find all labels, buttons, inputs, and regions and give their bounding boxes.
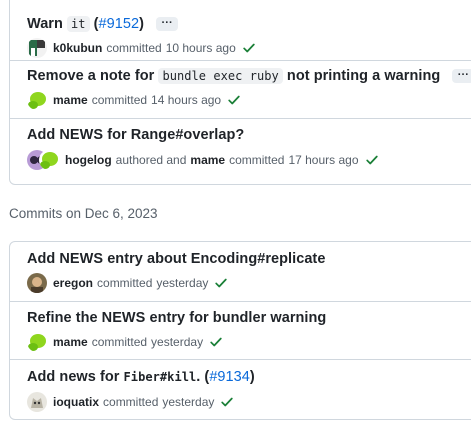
commit-title-text: ( xyxy=(89,16,99,32)
ellipsis-icon[interactable]: ··· xyxy=(156,17,179,32)
commit-row: Warn it (#9152) ··· k0kubun committed 10… xyxy=(10,0,471,60)
inline-code: it xyxy=(67,16,90,32)
commit-meta: mame committed 14 hours ago xyxy=(27,90,241,110)
commit-title[interactable]: Add NEWS entry about Encoding#replicate xyxy=(27,251,325,267)
commit-title-text[interactable]: Add news for xyxy=(27,369,124,385)
commit-group-2: Add NEWS entry about Encoding#replicate … xyxy=(9,241,471,420)
avatar[interactable] xyxy=(27,90,47,110)
commit-title-text[interactable]: Warn xyxy=(27,16,67,32)
avatar[interactable] xyxy=(27,38,47,58)
inline-code: bundle exec ruby xyxy=(158,68,283,84)
commit-verb: committed xyxy=(103,395,159,409)
author-link[interactable]: k0kubun xyxy=(53,41,102,55)
avatar[interactable] xyxy=(27,392,47,412)
avatar[interactable] xyxy=(27,332,47,352)
commit-title-text[interactable]: Refine the NEWS entry for bundler warnin… xyxy=(27,310,326,326)
commit-title-text: ) xyxy=(139,16,144,32)
commit-time[interactable]: yesterday xyxy=(156,276,208,290)
commit-group-1: Warn it (#9152) ··· k0kubun committed 10… xyxy=(9,0,471,185)
commit-verb: committed xyxy=(91,335,148,349)
author-link[interactable]: mame xyxy=(53,335,88,349)
check-icon[interactable] xyxy=(220,395,234,409)
author-link[interactable]: hogelog xyxy=(65,153,112,167)
commit-title-text: . ( xyxy=(196,369,210,385)
commit-title-text[interactable]: not printing a warning xyxy=(283,68,440,84)
pull-request-link[interactable]: #9134 xyxy=(209,369,250,385)
commit-meta: eregon committed yesterday xyxy=(27,273,228,293)
commit-title-text[interactable]: Add NEWS entry about Encoding#replicate xyxy=(27,251,325,267)
commit-title[interactable]: Refine the NEWS entry for bundler warnin… xyxy=(27,310,326,326)
commit-time[interactable]: 17 hours ago xyxy=(288,153,358,167)
pull-request-link[interactable]: #9152 xyxy=(99,16,140,32)
check-icon[interactable] xyxy=(227,93,241,107)
commit-meta: hogelog authored and mame committed 17 h… xyxy=(27,150,379,170)
commit-title-text[interactable]: Add NEWS for Range#overlap? xyxy=(27,127,244,143)
check-icon[interactable] xyxy=(365,153,379,167)
commit-title-text: ) xyxy=(249,369,255,385)
check-icon[interactable] xyxy=(242,41,256,55)
commits-date-heading: Commits on Dec 6, 2023 xyxy=(9,206,158,221)
commit-verb: committed xyxy=(106,41,162,55)
commit-verb: committed xyxy=(229,153,285,167)
avatar[interactable] xyxy=(27,273,47,293)
commit-time[interactable]: 10 hours ago xyxy=(166,41,236,55)
commit-row: Remove a note for bundle exec ruby not p… xyxy=(10,60,471,119)
commit-meta: k0kubun committed 10 hours ago xyxy=(27,38,256,58)
author-link[interactable]: ioquatix xyxy=(53,395,99,409)
commit-row: Add news for Fiber#kill. (#9134) ioquati… xyxy=(10,359,471,420)
commit-title[interactable]: Warn it (#9152) ··· xyxy=(27,16,179,32)
commit-row: Refine the NEWS entry for bundler warnin… xyxy=(10,301,471,360)
check-icon[interactable] xyxy=(209,335,223,349)
avatar-stack xyxy=(27,150,59,170)
avatar[interactable] xyxy=(39,150,59,170)
commit-meta: ioquatix committed yesterday xyxy=(27,392,234,412)
commit-title[interactable]: Add NEWS for Range#overlap? xyxy=(27,127,244,143)
commit-verb: authored and xyxy=(115,153,187,167)
ellipsis-icon[interactable]: ··· xyxy=(452,69,471,84)
inline-code: Fiber#kill xyxy=(123,370,197,384)
commit-row: Add NEWS entry about Encoding#replicate … xyxy=(10,242,471,301)
check-icon[interactable] xyxy=(214,276,228,290)
commit-title[interactable]: Add news for Fiber#kill. (#9134) xyxy=(27,369,255,385)
commit-title-text[interactable]: Remove a note for xyxy=(27,68,158,84)
author-link[interactable]: eregon xyxy=(53,276,93,290)
commit-row: Add NEWS for Range#overlap? hogelog auth… xyxy=(10,118,471,185)
commit-title[interactable]: Remove a note for bundle exec ruby not p… xyxy=(27,68,471,84)
commit-time[interactable]: 14 hours ago xyxy=(151,93,221,107)
commit-verb: committed xyxy=(91,93,148,107)
author-link[interactable]: mame xyxy=(53,93,88,107)
commit-time[interactable]: yesterday xyxy=(151,335,203,349)
commit-meta: mame committed yesterday xyxy=(27,332,223,352)
commit-verb: committed xyxy=(97,276,153,290)
committer-link[interactable]: mame xyxy=(190,153,225,167)
commit-time[interactable]: yesterday xyxy=(162,395,214,409)
